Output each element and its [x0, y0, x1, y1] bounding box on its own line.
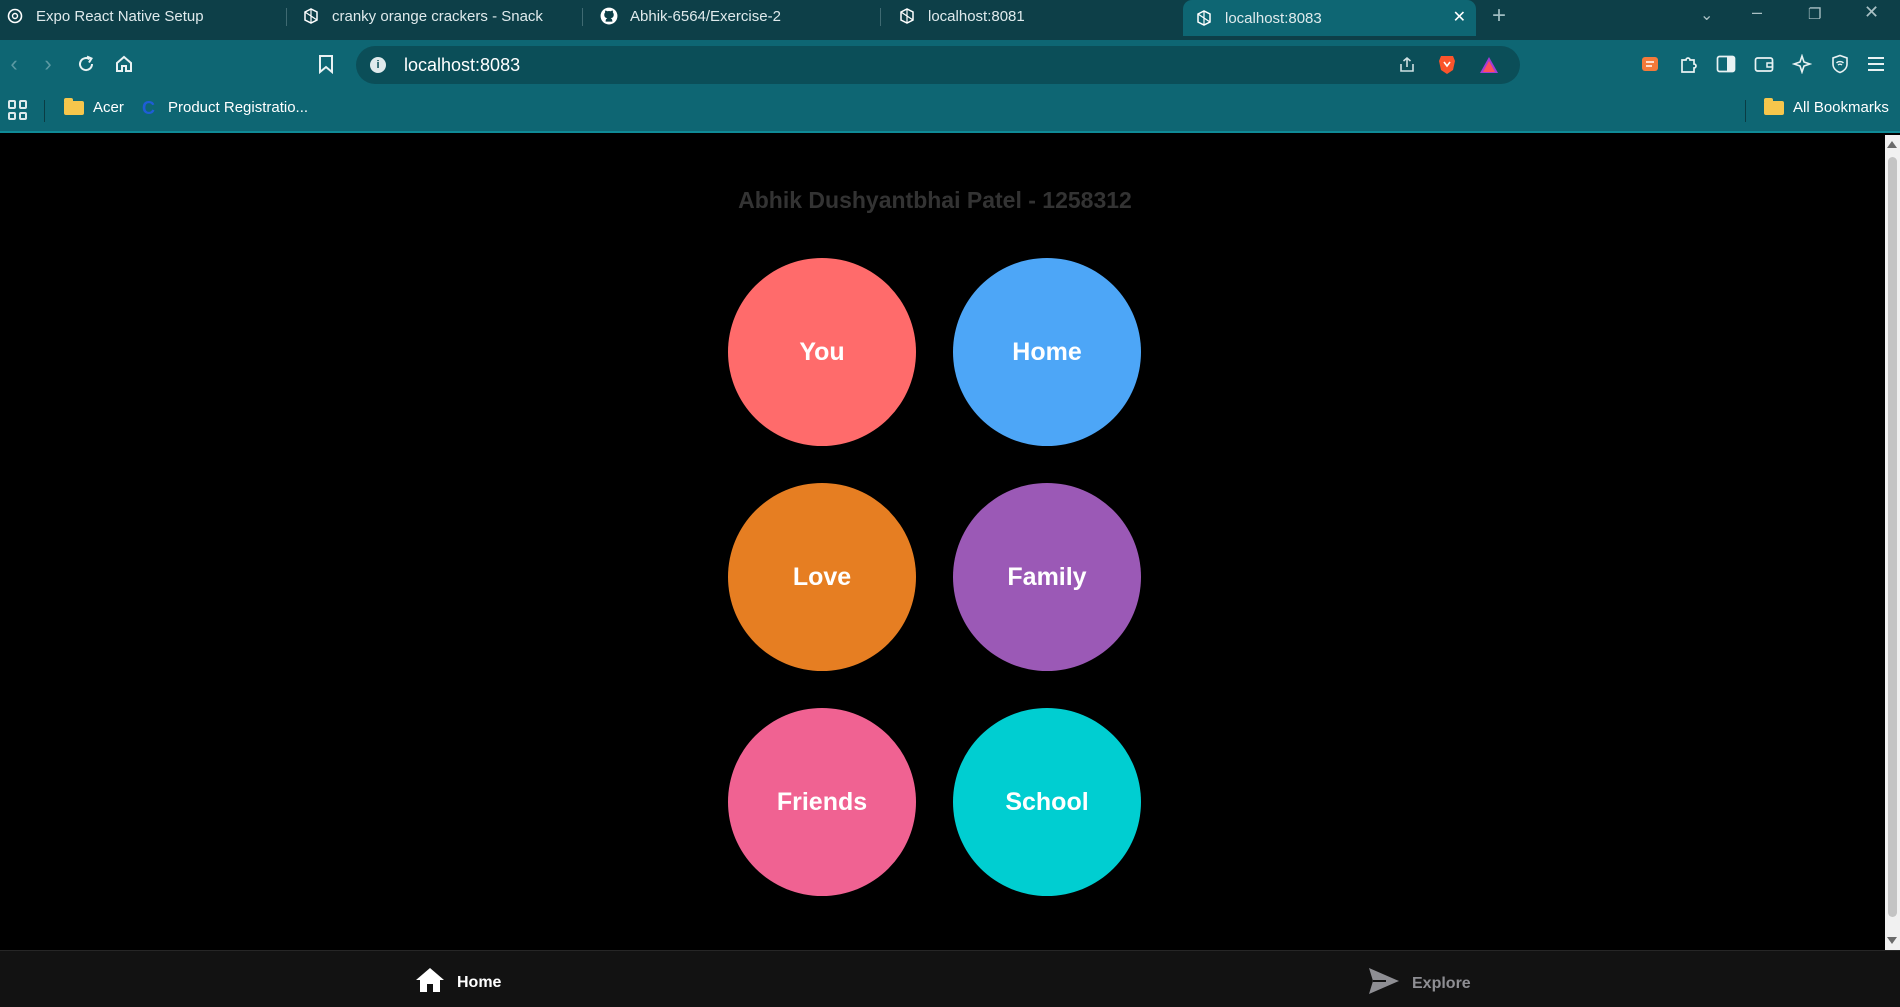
circle-label: Love: [792, 562, 852, 591]
bookmark-label: Acer: [93, 99, 124, 116]
wallet-icon[interactable]: [1752, 52, 1776, 76]
extension-orange-icon[interactable]: [1638, 52, 1662, 76]
minimize-button[interactable]: –: [1752, 2, 1762, 23]
snack-icon: [302, 7, 320, 25]
circle-label: You: [799, 337, 845, 366]
all-bookmarks-button[interactable]: All Bookmarks: [1764, 97, 1889, 116]
page-scrollbar[interactable]: [1885, 135, 1900, 950]
circle-label: Home: [1012, 337, 1082, 366]
tab-expo-setup[interactable]: Expo React Native Setup: [0, 0, 280, 32]
github-icon: [600, 7, 618, 25]
page-title: Abhik Dushyantbhai Patel - 1258312: [738, 187, 1132, 213]
tab-github[interactable]: Abhik-6564/Exercise-2: [594, 0, 874, 32]
tab-label: Abhik-6564/Exercise-2: [630, 7, 781, 25]
bookmarks-bar: Acer C Product Registratio... All Bookma…: [0, 90, 1900, 133]
reload-button[interactable]: [72, 50, 100, 78]
tab-snack[interactable]: cranky orange crackers - Snack: [296, 0, 576, 32]
home-icon: [415, 967, 445, 998]
circle-label: School: [1005, 787, 1089, 816]
apps-grid-icon[interactable]: [8, 100, 28, 120]
tab-separator: [582, 8, 583, 26]
tab-localhost-8083[interactable]: localhost:8083 ✕: [1183, 0, 1476, 36]
circle-label: Family: [1007, 562, 1087, 591]
extensions-puzzle-icon[interactable]: [1676, 52, 1700, 76]
tab-separator: [286, 8, 287, 26]
snack-icon: [898, 7, 916, 25]
brave-rewards-icon[interactable]: [1478, 54, 1500, 76]
restore-button[interactable]: ❐: [1808, 5, 1821, 23]
scroll-thumb[interactable]: [1888, 157, 1897, 917]
vpn-shield-icon[interactable]: [1828, 52, 1852, 76]
bookmark-product-registration[interactable]: C Product Registratio...: [142, 97, 309, 118]
scroll-down-icon[interactable]: [1887, 937, 1897, 944]
bottom-tab-label: Home: [457, 973, 502, 991]
bookmark-label: Product Registratio...: [168, 99, 309, 116]
tab-strip: Expo React Native Setup cranky orange cr…: [0, 0, 1900, 40]
scroll-up-icon[interactable]: [1887, 141, 1897, 148]
bottom-tab-explore[interactable]: Explore: [1368, 967, 1471, 1000]
friends-circle-button[interactable]: Friends: [728, 708, 916, 896]
tab-search-chevron-icon[interactable]: ⌄: [1700, 5, 1713, 25]
bookmark-acer[interactable]: Acer: [64, 97, 124, 116]
bookmark-page-icon[interactable]: [312, 50, 340, 78]
circle-label: Friends: [776, 787, 868, 816]
bottom-tab-home[interactable]: Home: [415, 967, 501, 998]
tab-localhost-8081[interactable]: localhost:8081: [892, 0, 1172, 32]
folder-icon: [64, 97, 84, 115]
close-tab-icon[interactable]: ✕: [1453, 7, 1466, 27]
site-info-icon[interactable]: i: [370, 57, 386, 73]
brave-shields-icon[interactable]: [1436, 54, 1458, 76]
openai-icon: [6, 7, 24, 25]
tab-label: cranky orange crackers - Snack: [332, 7, 543, 25]
love-circle-button[interactable]: Love: [728, 483, 916, 671]
bottom-tab-label: Explore: [1412, 974, 1471, 992]
school-circle-button[interactable]: School: [953, 708, 1141, 896]
page-viewport: Abhik Dushyantbhai Patel - 1258312 You H…: [0, 135, 1885, 950]
tab-label: Expo React Native Setup: [36, 7, 204, 25]
sidebar-toggle-icon[interactable]: [1714, 52, 1738, 76]
c-logo-icon: C: [142, 97, 155, 118]
forward-button[interactable]: ›: [34, 50, 62, 78]
snack-icon: [1195, 9, 1213, 27]
back-button[interactable]: ‹: [0, 50, 28, 78]
home-circle-button[interactable]: Home: [953, 258, 1141, 446]
new-tab-button[interactable]: +: [1492, 2, 1506, 30]
send-icon: [1368, 967, 1400, 1000]
folder-icon: [1764, 97, 1784, 115]
close-window-button[interactable]: ✕: [1864, 2, 1879, 23]
bottom-tab-bar: Home Explore: [0, 950, 1900, 1007]
address-bar[interactable]: i localhost:8083: [356, 46, 1520, 84]
home-button[interactable]: [110, 50, 138, 78]
family-circle-button[interactable]: Family: [953, 483, 1141, 671]
bookmarks-separator: [1745, 100, 1746, 122]
menu-icon[interactable]: [1864, 52, 1888, 76]
browser-toolbar: ‹ › i localhost:8083: [0, 40, 1900, 90]
address-url[interactable]: localhost:8083: [404, 55, 520, 76]
you-circle-button[interactable]: You: [728, 258, 916, 446]
tab-separator: [880, 8, 881, 26]
bookmarks-separator: [44, 100, 45, 122]
all-bookmarks-label: All Bookmarks: [1793, 99, 1889, 116]
share-icon[interactable]: [1396, 54, 1418, 76]
tab-label: localhost:8081: [928, 7, 1025, 25]
leo-ai-icon[interactable]: [1790, 52, 1814, 76]
tab-label: localhost:8083: [1225, 9, 1322, 27]
